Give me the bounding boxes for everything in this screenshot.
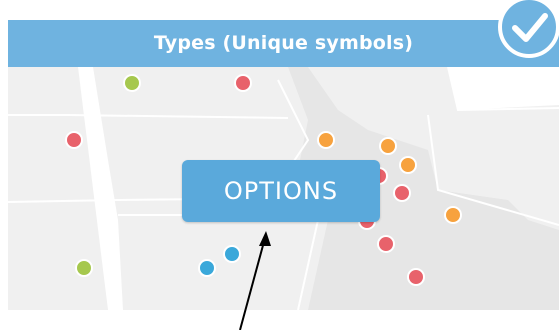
options-button[interactable]: OPTIONS <box>182 160 380 222</box>
map-point-red[interactable] <box>393 184 411 202</box>
header-title: Types (Unique symbols) <box>153 32 414 54</box>
map-point-red[interactable] <box>407 268 425 286</box>
map-point-orange[interactable] <box>317 131 335 149</box>
map-point-orange[interactable] <box>399 156 417 174</box>
map-point-green[interactable] <box>75 259 93 277</box>
top-caption-cropped <box>0 0 518 10</box>
map-point-red[interactable] <box>65 131 83 149</box>
check-badge[interactable] <box>498 0 559 58</box>
check-icon <box>512 13 548 42</box>
map-point-blue[interactable] <box>198 259 216 277</box>
map-point-green[interactable] <box>123 74 141 92</box>
map-point-orange[interactable] <box>444 206 462 224</box>
map-point-blue[interactable] <box>223 245 241 263</box>
map-point-red[interactable] <box>377 235 395 253</box>
map-panel[interactable]: Types (Unique symbols) OPTIONS <box>8 20 559 310</box>
map-point-orange[interactable] <box>379 137 397 155</box>
map-point-red[interactable] <box>234 74 252 92</box>
